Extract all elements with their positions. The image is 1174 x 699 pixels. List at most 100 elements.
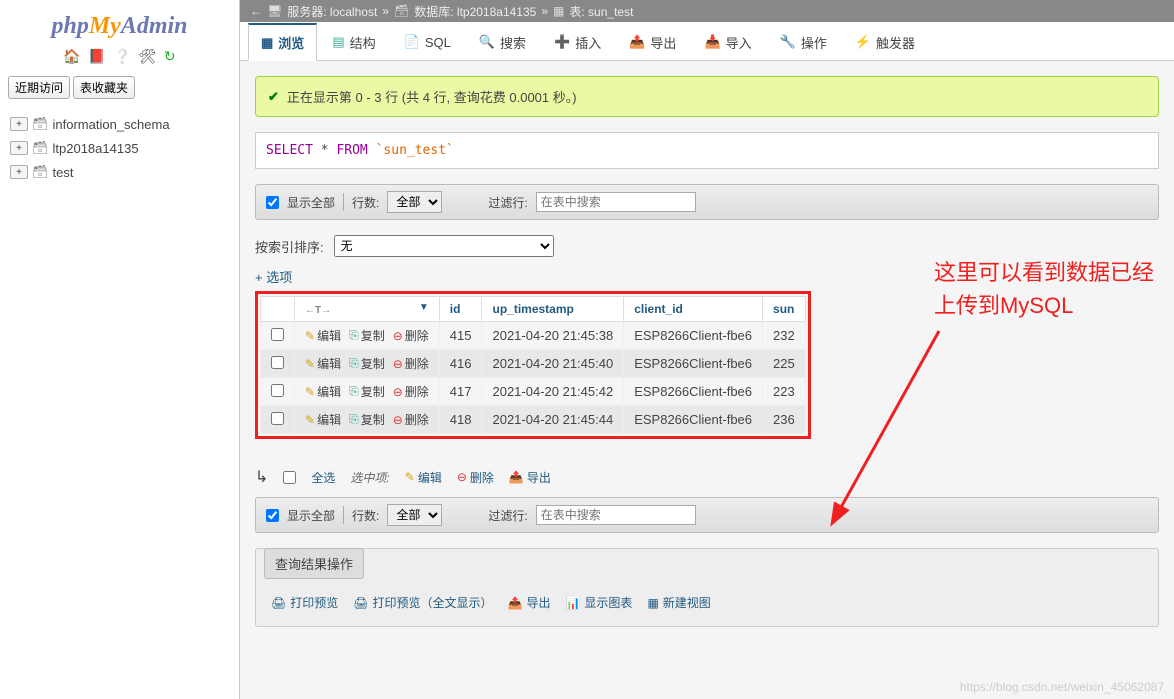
view-icon: ▦: [647, 596, 658, 610]
breadcrumb-table[interactable]: 表: sun_test: [569, 3, 633, 20]
row-checkbox[interactable]: [271, 384, 284, 397]
cell-sun: 223: [763, 378, 806, 406]
rows-select[interactable]: 全部: [387, 191, 442, 213]
th-sun[interactable]: sun: [763, 297, 806, 322]
print-full-link[interactable]: 🖨打印预览（全文显示）: [353, 594, 492, 611]
server-icon: 🖥: [267, 4, 282, 18]
bulk-delete[interactable]: ⊖删除: [457, 469, 494, 486]
watermark: https://blog.csdn.net/weixin_45062087: [960, 680, 1164, 694]
th-timestamp[interactable]: up_timestamp: [482, 297, 624, 322]
breadcrumb-database[interactable]: 数据库: ltp2018a14135: [414, 3, 536, 20]
cell-client: ESP8266Client-fbe6: [624, 378, 763, 406]
db-item-ltp[interactable]: + 🗃 ltp2018a14135: [5, 136, 234, 160]
collapse-icon[interactable]: ←: [250, 4, 262, 18]
home-icon[interactable]: 🏠: [63, 48, 80, 64]
bulk-edit[interactable]: ✎编辑: [405, 469, 442, 486]
docs-icon[interactable]: ❔: [113, 48, 130, 64]
bulk-export[interactable]: 📤导出: [509, 469, 551, 486]
settings-icon[interactable]: 🛠: [139, 48, 157, 64]
pencil-icon: ✎: [305, 329, 315, 343]
row-edit[interactable]: ✎编辑: [305, 383, 341, 400]
insert-icon: ➕: [554, 34, 570, 50]
copy-icon: ⎘: [349, 412, 359, 427]
cell-sun: 225: [763, 350, 806, 378]
tab-export[interactable]: 📤导出: [616, 23, 689, 61]
print-preview-link[interactable]: 🖨打印预览: [271, 594, 338, 611]
database-icon: 🗃: [32, 164, 49, 180]
table-icon: ▦: [553, 4, 564, 18]
filter-label: 过滤行:: [488, 194, 527, 211]
search-icon: 🔍: [479, 34, 495, 50]
expand-icon[interactable]: +: [10, 141, 28, 155]
cell-id: 417: [439, 378, 482, 406]
reload-icon[interactable]: ↻: [164, 48, 176, 64]
cell-id: 415: [439, 322, 482, 350]
minus-icon: ⊖: [393, 357, 403, 371]
th-actions[interactable]: ←T→▼: [295, 297, 440, 322]
cell-client: ESP8266Client-fbe6: [624, 406, 763, 434]
cell-timestamp: 2021-04-20 21:45:38: [482, 322, 624, 350]
triggers-icon: ⚡: [855, 34, 871, 50]
sort-row: 按索引排序: 无: [255, 235, 1159, 257]
cell-timestamp: 2021-04-20 21:45:42: [482, 378, 624, 406]
export-link[interactable]: 📤导出: [508, 594, 551, 611]
row-checkbox[interactable]: [271, 328, 284, 341]
logo[interactable]: phpMyAdmin: [5, 5, 234, 48]
row-delete[interactable]: ⊖删除: [393, 327, 429, 344]
recent-button[interactable]: 近期访问: [8, 76, 70, 99]
filter-input-2[interactable]: [536, 505, 696, 525]
select-all-checkbox[interactable]: [283, 471, 296, 484]
select-all-link[interactable]: 全选: [311, 469, 335, 486]
th-client[interactable]: client_id: [624, 297, 763, 322]
tab-sql[interactable]: 📄SQL: [391, 23, 464, 61]
show-all-checkbox-2[interactable]: [266, 509, 279, 522]
expand-icon[interactable]: +: [10, 117, 28, 131]
row-checkbox[interactable]: [271, 356, 284, 369]
expand-icon[interactable]: +: [10, 165, 28, 179]
tab-insert[interactable]: ➕插入: [541, 23, 614, 61]
tab-operations[interactable]: 🔧操作: [767, 23, 840, 61]
table-row: ✎编辑 ⎘复制 ⊖删除 415 2021-04-20 21:45:38 ESP8…: [261, 322, 806, 350]
row-delete[interactable]: ⊖删除: [393, 355, 429, 372]
bulk-actions: ↳ 全选 选中项: ✎编辑 ⊖删除 📤导出: [255, 457, 1159, 497]
row-copy[interactable]: ⎘复制: [349, 383, 385, 400]
pencil-icon: ✎: [305, 413, 315, 427]
rows-select-2[interactable]: 全部: [387, 504, 442, 526]
create-view-link[interactable]: ▦新建视图: [647, 594, 710, 611]
breadcrumb-server[interactable]: 服务器: localhost: [287, 3, 377, 20]
logout-icon[interactable]: 📕: [88, 48, 105, 64]
import-icon: 📥: [704, 34, 720, 50]
row-edit[interactable]: ✎编辑: [305, 327, 341, 344]
row-copy[interactable]: ⎘复制: [349, 327, 385, 344]
th-id[interactable]: id: [439, 297, 482, 322]
row-edit[interactable]: ✎编辑: [305, 355, 341, 372]
filter-input[interactable]: [536, 192, 696, 212]
sort-select[interactable]: 无: [334, 235, 554, 257]
tab-browse[interactable]: ▦浏览: [248, 23, 317, 61]
results-table: ←T→▼ id up_timestamp client_id sun ✎编辑 ⎘…: [260, 296, 806, 434]
tab-search[interactable]: 🔍搜索: [466, 23, 539, 61]
table-row: ✎编辑 ⎘复制 ⊖删除 416 2021-04-20 21:45:40 ESP8…: [261, 350, 806, 378]
row-copy[interactable]: ⎘复制: [349, 355, 385, 372]
export-icon: 📤: [509, 470, 524, 484]
row-copy[interactable]: ⎘复制: [349, 411, 385, 428]
sort-label: 按索引排序:: [255, 237, 324, 256]
chart-link[interactable]: 📊显示图表: [565, 594, 632, 611]
row-delete[interactable]: ⊖删除: [393, 383, 429, 400]
tab-structure[interactable]: ▤结构: [319, 23, 388, 61]
row-edit[interactable]: ✎编辑: [305, 411, 341, 428]
db-item-information-schema[interactable]: + 🗃 information_schema: [5, 112, 234, 136]
pencil-icon: ✎: [405, 470, 415, 484]
tab-triggers[interactable]: ⚡触发器: [842, 23, 928, 61]
db-item-test[interactable]: + 🗃 test: [5, 160, 234, 184]
favorites-button[interactable]: 表收藏夹: [73, 76, 135, 99]
row-delete[interactable]: ⊖删除: [393, 411, 429, 428]
minus-icon: ⊖: [393, 385, 403, 399]
options-toggle[interactable]: + 选项: [255, 267, 1159, 286]
with-selected-label: 选中项:: [350, 469, 389, 486]
copy-icon: ⎘: [349, 356, 359, 371]
row-checkbox[interactable]: [271, 412, 284, 425]
show-all-checkbox[interactable]: [266, 196, 279, 209]
tab-import[interactable]: 📥导入: [691, 23, 764, 61]
sidebar-toolbar: 🏠 📕 ❔ 🛠 ↻: [5, 48, 234, 73]
